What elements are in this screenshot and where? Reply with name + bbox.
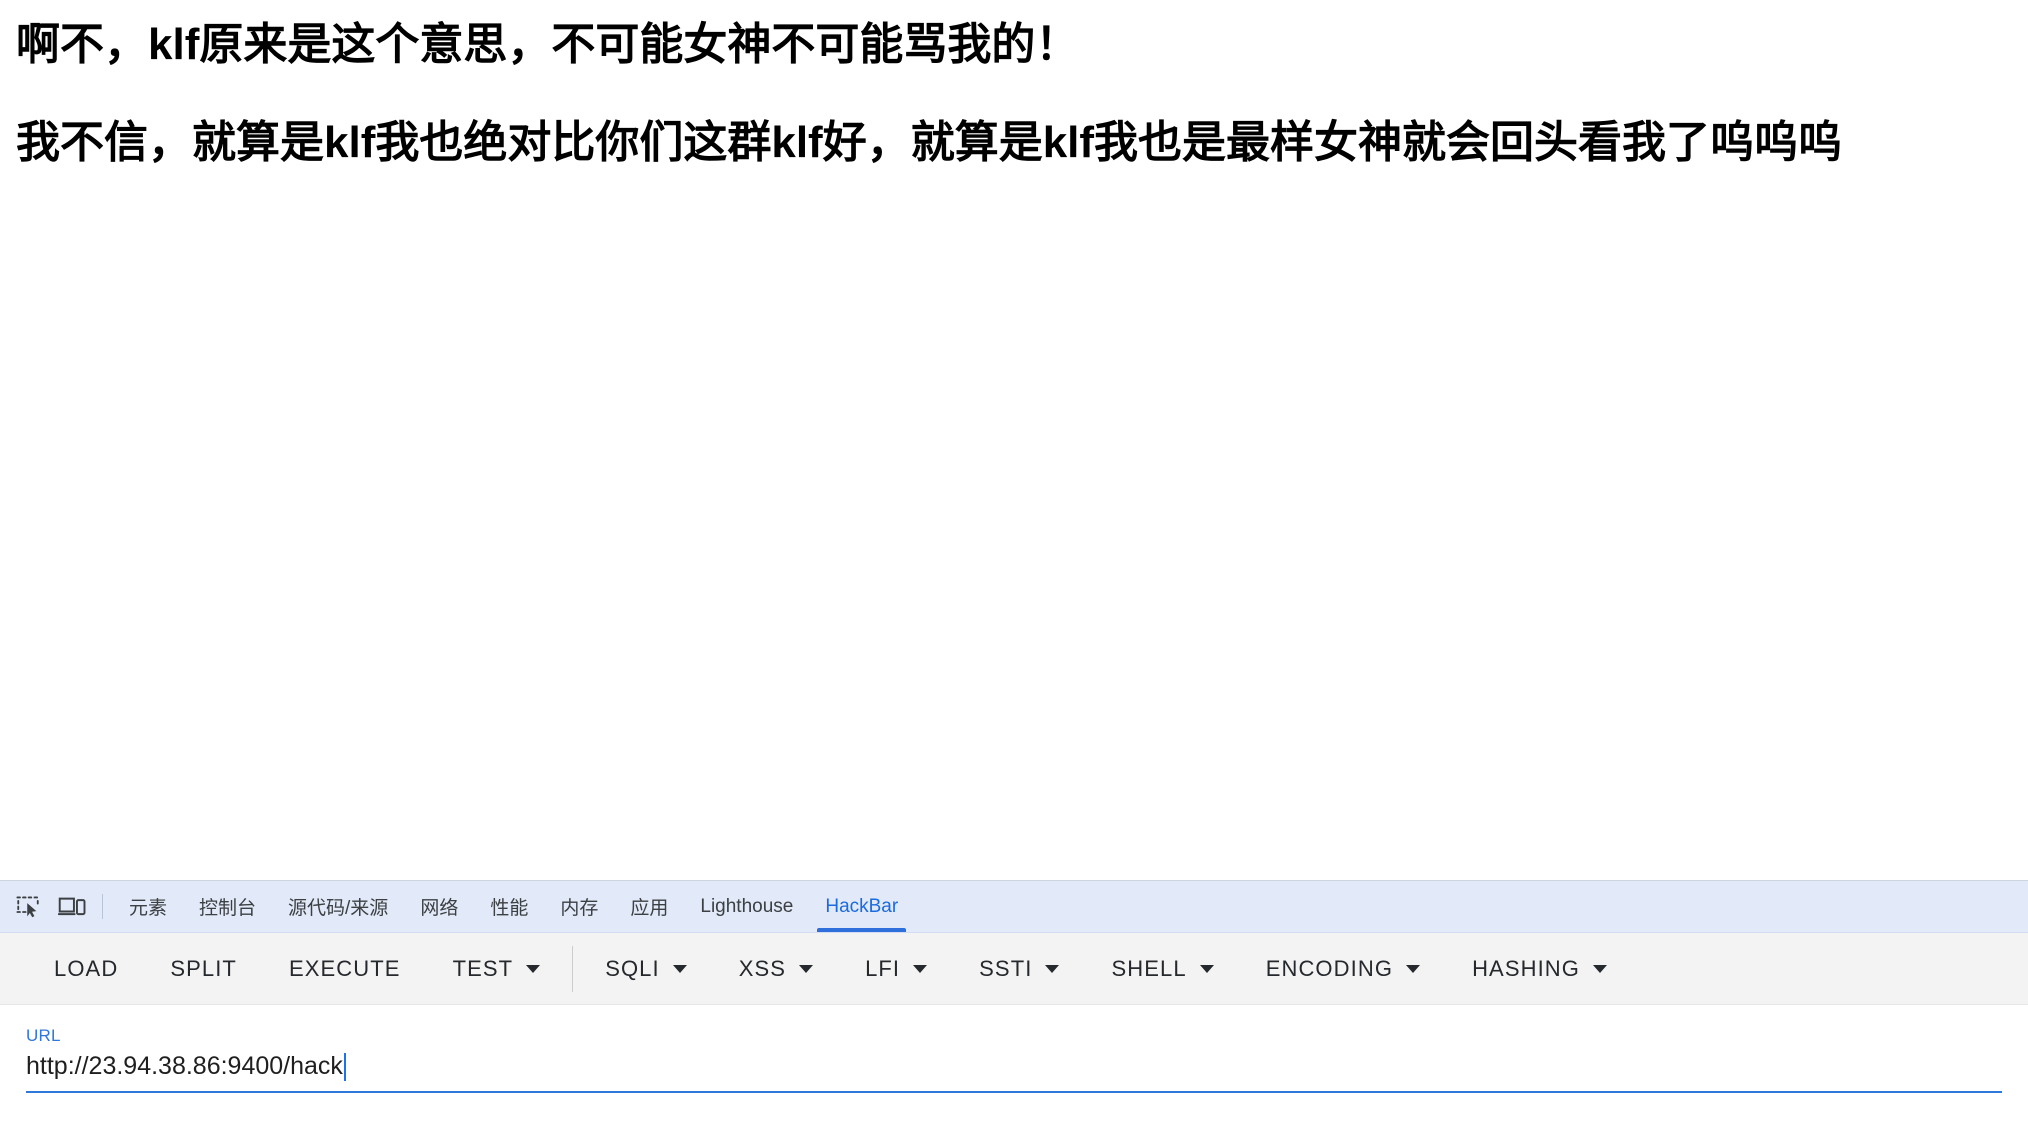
toolbar-divider <box>572 945 574 992</box>
tab-sources[interactable]: 源代码/来源 <box>272 881 404 932</box>
test-menu-button[interactable]: TEST <box>427 933 567 1005</box>
tab-hackbar[interactable]: HackBar <box>809 881 914 932</box>
button-label: TEST <box>452 955 514 981</box>
url-input-row[interactable]: http://23.94.38.86:9400/hack <box>26 1053 2002 1093</box>
button-label: ENCODING <box>1265 955 1394 981</box>
sqli-menu-button[interactable]: SQLI <box>579 933 713 1005</box>
tab-label: 网络 <box>420 898 459 919</box>
button-label: LFI <box>865 955 901 981</box>
chevron-down-icon <box>913 964 928 973</box>
chevron-down-icon <box>526 964 541 973</box>
tab-label: HackBar <box>825 895 899 917</box>
shell-menu-button[interactable]: SHELL <box>1085 933 1239 1005</box>
devtools-tabbar: 元素 控制台 源代码/来源 网络 性能 内存 应用 Lighthouse Hac… <box>0 881 2028 933</box>
hackbar-body: URL http://23.94.38.86:9400/hack <box>0 1005 2028 1140</box>
device-toolbar-icon[interactable] <box>50 881 94 932</box>
encoding-menu-button[interactable]: ENCODING <box>1240 933 1446 1005</box>
chevron-down-icon <box>1199 964 1214 973</box>
button-label: HASHING <box>1472 955 1580 981</box>
devtools-panel: 元素 控制台 源代码/来源 网络 性能 内存 应用 Lighthouse Hac… <box>0 880 2028 1140</box>
tab-label: 性能 <box>490 898 529 919</box>
button-label: SHELL <box>1111 955 1187 981</box>
tab-label: 内存 <box>560 898 599 919</box>
tab-label: Lighthouse <box>700 895 794 917</box>
inspect-element-icon[interactable] <box>6 881 50 932</box>
hackbar-toolbar: LOAD SPLIT EXECUTE TEST SQLI XSS LFI SST… <box>0 933 2028 1005</box>
tab-label: 源代码/来源 <box>288 898 389 919</box>
web-page-content: 啊不，klf原来是这个意思，不可能女神不可能骂我的！ 我不信，就算是klf我也绝… <box>0 0 2028 880</box>
tab-label: 元素 <box>129 898 168 919</box>
page-paragraph-2: 我不信，就算是klf我也绝对比你们这群klf好，就算是klf我也是最样女神就会回… <box>16 118 1843 168</box>
load-button[interactable]: LOAD <box>28 933 144 1005</box>
ssti-menu-button[interactable]: SSTI <box>953 933 1085 1005</box>
tab-label: 控制台 <box>199 898 257 919</box>
toolbar-divider <box>102 894 103 919</box>
chevron-down-icon <box>1045 964 1060 973</box>
tab-network[interactable]: 网络 <box>404 881 474 932</box>
button-label: SPLIT <box>170 955 237 981</box>
page-paragraph-1: 啊不，klf原来是这个意思，不可能女神不可能骂我的！ <box>16 20 1080 69</box>
chevron-down-icon <box>1406 964 1421 973</box>
chevron-down-icon <box>799 964 814 973</box>
url-field-group[interactable]: URL http://23.94.38.86:9400/hack <box>26 1027 2002 1093</box>
tab-performance[interactable]: 性能 <box>474 881 544 932</box>
tab-console[interactable]: 控制台 <box>183 881 272 932</box>
tab-lighthouse[interactable]: Lighthouse <box>684 881 809 932</box>
button-label: XSS <box>738 955 787 981</box>
hashing-menu-button[interactable]: HASHING <box>1446 933 1633 1005</box>
tab-label: 应用 <box>630 898 669 919</box>
button-label: EXECUTE <box>288 955 401 981</box>
tab-elements[interactable]: 元素 <box>113 881 183 932</box>
execute-button[interactable]: EXECUTE <box>263 933 427 1005</box>
tab-memory[interactable]: 内存 <box>544 881 614 932</box>
button-label: SQLI <box>605 955 660 981</box>
url-field-label: URL <box>26 1026 61 1045</box>
button-label: SSTI <box>979 955 1033 981</box>
button-label: LOAD <box>54 955 119 981</box>
chevron-down-icon <box>1593 964 1607 973</box>
url-input[interactable]: http://23.94.38.86:9400/hack <box>26 1053 343 1081</box>
xss-menu-button[interactable]: XSS <box>713 933 839 1005</box>
text-cursor <box>343 1053 346 1081</box>
lfi-menu-button[interactable]: LFI <box>839 933 953 1005</box>
chevron-down-icon <box>672 964 687 973</box>
tab-application[interactable]: 应用 <box>614 881 684 932</box>
split-button[interactable]: SPLIT <box>144 933 263 1005</box>
